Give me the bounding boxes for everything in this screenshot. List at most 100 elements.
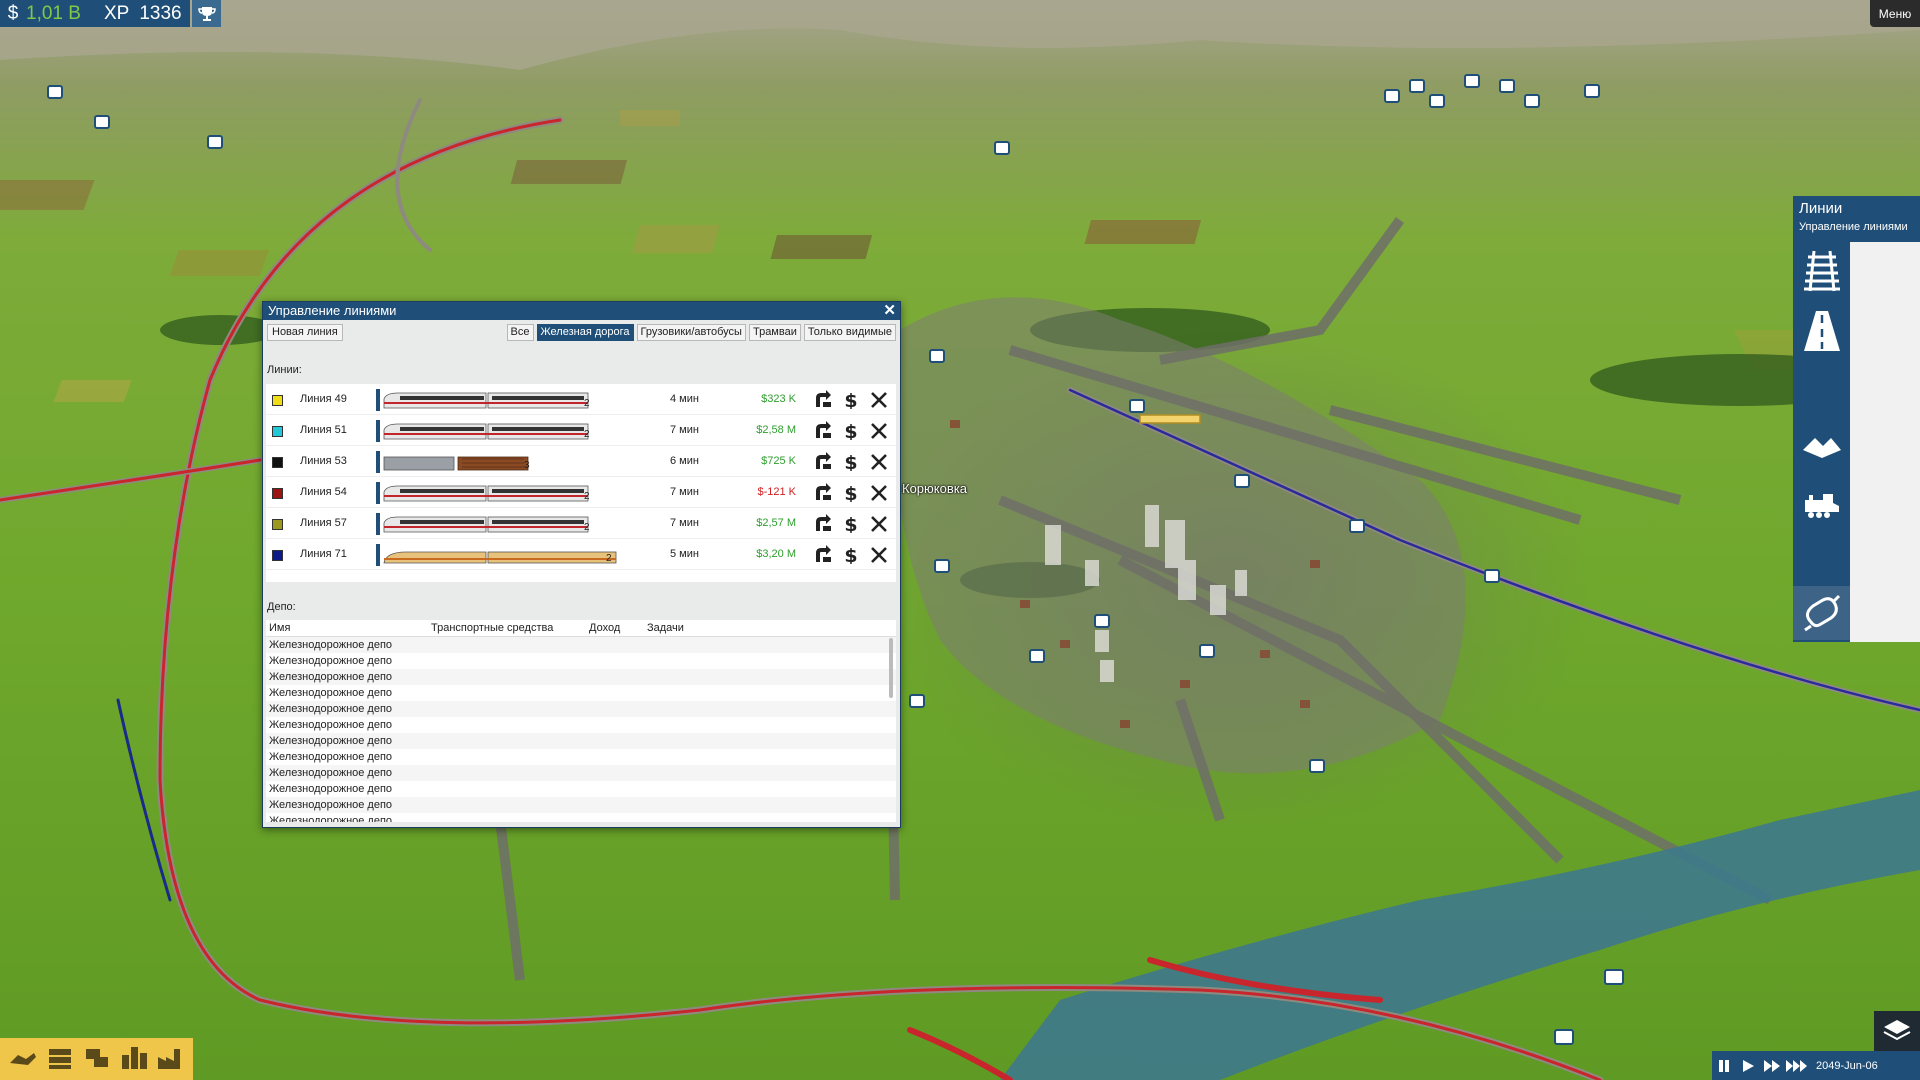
reverse-line-button[interactable]: [812, 420, 834, 440]
delete-line-button[interactable]: [868, 389, 890, 409]
fastest-button[interactable]: [1784, 1054, 1808, 1078]
line-color-swatch[interactable]: [272, 519, 283, 530]
terrain-icon: [1802, 438, 1841, 458]
close-icon: [871, 454, 887, 470]
line-color-swatch[interactable]: [272, 550, 283, 561]
line-finances-button[interactable]: $: [840, 544, 862, 564]
close-icon[interactable]: ✕: [883, 302, 896, 320]
depot-row[interactable]: Железнодорожное депо: [266, 685, 896, 701]
line-finances-button[interactable]: $: [840, 451, 862, 471]
line-color-swatch[interactable]: [272, 426, 283, 437]
lines-section-label: Линии:: [267, 364, 302, 376]
depot-row[interactable]: Железнодорожное депо: [266, 749, 896, 765]
terrain-tool-button[interactable]: [1793, 420, 1850, 474]
depot-table[interactable]: Имя Транспортные средства Доход Задачи Ж…: [266, 620, 896, 822]
close-icon: [871, 547, 887, 563]
train-depot-button[interactable]: [45, 1045, 75, 1074]
game-date: 2049-Jun-06: [1816, 1059, 1878, 1072]
reverse-line-button[interactable]: [812, 451, 834, 471]
menu-button[interactable]: Меню: [1870, 0, 1920, 27]
filter-all[interactable]: Все: [506, 324, 534, 341]
line-row[interactable]: Линия 49 2 4 мин $323 K $: [266, 384, 896, 415]
depot-row[interactable]: Железнодорожное депо: [266, 733, 896, 749]
play-button[interactable]: [1736, 1054, 1760, 1078]
line-finances-button[interactable]: $: [840, 513, 862, 533]
reverse-line-button[interactable]: [812, 544, 834, 564]
reverse-line-button[interactable]: [812, 482, 834, 502]
bus-stop-button[interactable]: [82, 1045, 112, 1074]
industry-button[interactable]: [156, 1045, 186, 1074]
lines-tool-button[interactable]: [1793, 586, 1850, 640]
pause-button[interactable]: [1712, 1054, 1736, 1078]
road-tool-button[interactable]: [1793, 304, 1850, 358]
reverse-line-button[interactable]: [812, 389, 834, 409]
delete-line-button[interactable]: [868, 513, 890, 533]
line-row[interactable]: Линия 57 2 7 мин $2,57 M $: [266, 508, 896, 539]
filter-road[interactable]: Грузовики/автобусы: [636, 324, 746, 341]
depot-row[interactable]: Железнодорожное депо: [266, 717, 896, 733]
depot-row[interactable]: Железнодорожное депо: [266, 637, 896, 653]
city-button[interactable]: [119, 1045, 149, 1074]
line-row[interactable]: Линия 51 2 7 мин $2,58 M $: [266, 415, 896, 446]
lines-list[interactable]: Линия 49 2 4 мин $323 K $ Линия 51 2 7 мин $2,58…: [266, 384, 896, 582]
line-name: Линия 51: [300, 424, 347, 436]
svg-text:$: $: [844, 452, 857, 471]
depot-row[interactable]: Железнодорожное депо: [266, 765, 896, 781]
filter-visible-only[interactable]: Только видимые: [803, 324, 896, 341]
depot-row[interactable]: Железнодорожное депо: [266, 781, 896, 797]
delete-line-button[interactable]: [868, 544, 890, 564]
line-row[interactable]: Линия 53 3 6 мин $725 K $: [266, 446, 896, 477]
vehicle-count-label: 2: [584, 491, 590, 502]
line-name: Линия 71: [300, 548, 347, 560]
lines-panel-title: Линии: [1799, 200, 1843, 217]
line-row[interactable]: Линия 54 2 7 мин $-121 K $: [266, 477, 896, 508]
finance-hud[interactable]: $ 1,01 B XP 1336: [0, 0, 190, 27]
col-income[interactable]: Доход: [589, 622, 620, 634]
filter-rail[interactable]: Железная дорога: [536, 324, 634, 341]
line-color-swatch[interactable]: [272, 488, 283, 499]
line-row[interactable]: Линия 71 2 5 мин $3,20 M $: [266, 539, 896, 570]
delete-line-button[interactable]: [868, 451, 890, 471]
window-titlebar[interactable]: Управление линиями ✕: [263, 302, 900, 320]
bulldozer-button[interactable]: [8, 1045, 38, 1074]
delete-line-button[interactable]: [868, 420, 890, 440]
line-profit: $-121 K: [757, 486, 796, 498]
col-tasks[interactable]: Задачи: [647, 622, 684, 634]
svg-text:$: $: [844, 483, 857, 502]
line-color-swatch[interactable]: [272, 395, 283, 406]
svg-text:$: $: [844, 421, 857, 440]
line-interval: 7 мин: [670, 424, 699, 436]
trophy-button[interactable]: [192, 0, 221, 27]
line-color-swatch[interactable]: [272, 457, 283, 468]
line-finances-button[interactable]: $: [840, 420, 862, 440]
line-finances-button[interactable]: $: [840, 389, 862, 409]
line-interval: 7 мин: [670, 517, 699, 529]
col-vehicles[interactable]: Транспортные средства: [431, 622, 553, 634]
depot-row[interactable]: Железнодорожное депо: [266, 701, 896, 717]
rail-track-icon: [1803, 250, 1840, 292]
depot-row[interactable]: Железнодорожное депо: [266, 797, 896, 813]
depot-row[interactable]: Железнодорожное депо: [266, 813, 896, 822]
layers-button[interactable]: [1874, 1011, 1920, 1051]
rail-tool-button[interactable]: [1793, 244, 1850, 298]
reverse-line-button[interactable]: [812, 513, 834, 533]
line-name: Линия 57: [300, 517, 347, 529]
dollar-icon: $: [844, 483, 857, 502]
filter-tram[interactable]: Трамваи: [748, 324, 801, 341]
close-icon: [871, 392, 887, 408]
line-interval: 6 мин: [670, 455, 699, 467]
depot-row[interactable]: Железнодорожное депо: [266, 669, 896, 685]
fast-button[interactable]: [1760, 1054, 1784, 1078]
town-name-label[interactable]: Корюковка: [902, 481, 967, 496]
line-finances-button[interactable]: $: [840, 482, 862, 502]
train-thumbnail: [376, 451, 529, 473]
new-line-button[interactable]: Новая линия: [267, 324, 343, 341]
delete-line-button[interactable]: [868, 482, 890, 502]
depot-row[interactable]: Железнодорожное депо: [266, 653, 896, 669]
col-name[interactable]: Имя: [269, 622, 290, 634]
reverse-icon: [816, 421, 831, 438]
vehicle-tool-button[interactable]: [1793, 478, 1850, 532]
depot-scrollbar[interactable]: [889, 638, 893, 698]
bus-stop-icon: [85, 1048, 108, 1067]
tool-column: [1793, 242, 1850, 642]
